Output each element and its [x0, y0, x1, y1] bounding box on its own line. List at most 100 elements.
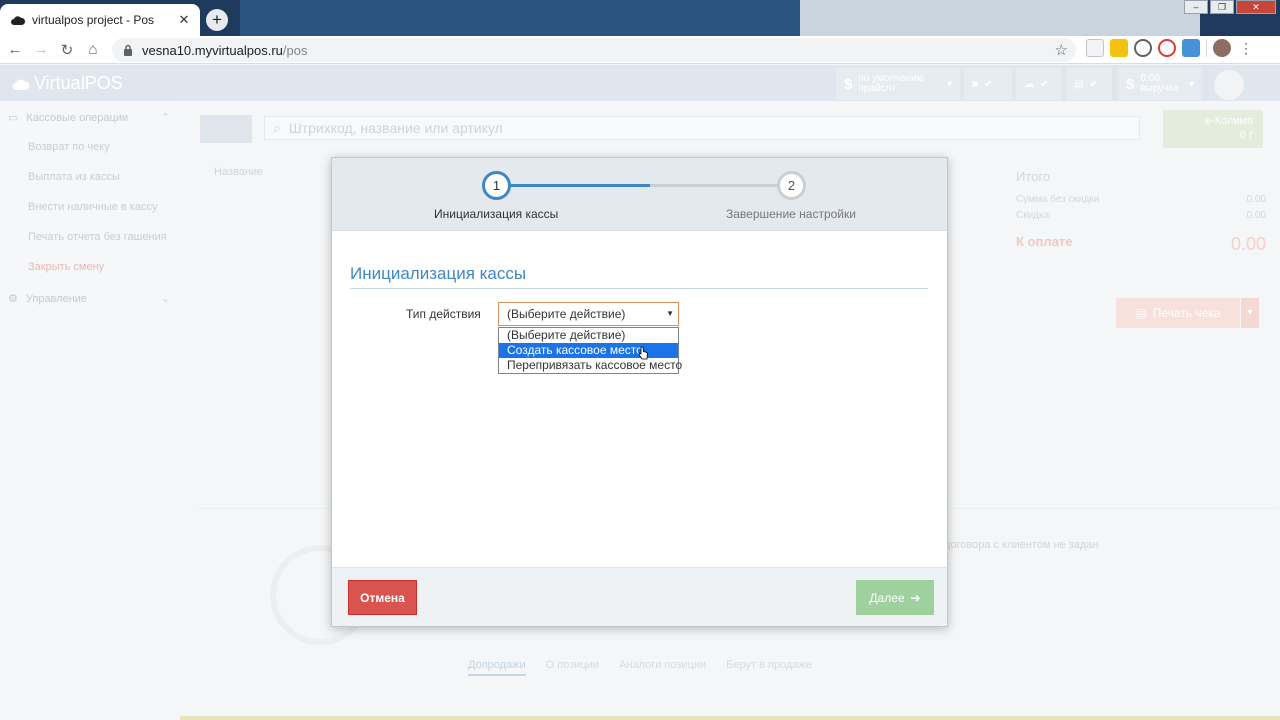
- hand-cursor-icon: [638, 346, 648, 360]
- printer-icon: ▤: [1074, 78, 1084, 90]
- next-button[interactable]: Далее ➔: [856, 580, 934, 615]
- browser-tab[interactable]: virtualpos project - Pos ✕: [0, 4, 200, 36]
- window-close-button[interactable]: ✕: [1236, 0, 1276, 14]
- tab-about-item[interactable]: О позиции: [546, 659, 599, 676]
- tab-upsells[interactable]: Допродажи: [468, 659, 526, 676]
- section-title: Инициализация кассы: [350, 264, 527, 283]
- cloud-upload-icon: ☁: [1024, 78, 1034, 90]
- action-type-select[interactable]: (Выберите действие) ▼: [498, 302, 679, 326]
- sidebar-item-payout[interactable]: Выплата из кассы: [0, 162, 178, 192]
- totals-row: Сумма без скидки 0.00: [1016, 192, 1266, 208]
- totals-row-value: 0.00: [1246, 194, 1266, 205]
- address-bar[interactable]: vesna10.myvirtualpos.ru/pos ☆: [112, 38, 1076, 62]
- browser-toolbar: ← → ↻ ⌂ vesna10.myvirtualpos.ru/pos ☆ ⋮: [0, 36, 1280, 64]
- close-tab-icon[interactable]: ✕: [176, 12, 192, 28]
- option-rebind-register[interactable]: Перепривязать кассовое место: [499, 358, 682, 373]
- chevron-down-icon: ⌄: [160, 293, 170, 305]
- action-type-options: (Выберите действие) Создать кассовое мес…: [498, 327, 682, 374]
- tab-title: virtualpos project - Pos: [32, 13, 155, 27]
- printer-icon: ▤: [1135, 306, 1147, 320]
- cloud-extension-icon[interactable]: [1158, 39, 1176, 57]
- app-logo-text: VirtualPOS: [34, 73, 123, 93]
- back-arrow-icon[interactable]: ←: [2, 37, 28, 63]
- arrow-right-icon: ➔: [910, 590, 921, 605]
- amount-due-value: 0.00: [1230, 234, 1266, 254]
- print-receipt-label: Печать чека: [1152, 306, 1221, 320]
- cancel-button[interactable]: Отмена: [348, 580, 417, 615]
- check-icon: ✔: [984, 78, 993, 90]
- sidebar-item-report[interactable]: Печать отчета без гашения: [0, 222, 178, 252]
- sidebar-section-cash-operations[interactable]: ▭ Кассовые операции ⌃: [0, 101, 178, 132]
- url-host: vesna10.myvirtualpos.ru: [142, 42, 283, 58]
- amount-due-label: К оплате: [1016, 234, 1073, 249]
- globe-extension-icon[interactable]: [1134, 39, 1152, 57]
- new-tab-button[interactable]: +: [206, 9, 228, 31]
- profile-avatar[interactable]: [1213, 39, 1231, 57]
- step-1-circle: 1: [482, 171, 511, 200]
- search-placeholder: Штрихкод, название или артикул: [288, 120, 503, 136]
- tab-bought-with[interactable]: Берут в продаже: [726, 659, 812, 676]
- revenue-widget[interactable]: $ 0.00 выручка ▾: [1118, 68, 1202, 100]
- modal-body: Инициализация кассы Тип действия (Выбери…: [332, 231, 947, 566]
- notes-extension-icon[interactable]: [1110, 39, 1128, 57]
- reload-icon[interactable]: ↻: [54, 37, 80, 63]
- app-topbar: VirtualPOS $ по умолчанию прайслт ▾ ■ ✔ ☁ ✔…: [0, 65, 1280, 101]
- search-icon: ⌕: [273, 119, 281, 136]
- action-type-label: Тип действия: [406, 307, 481, 321]
- step-1-label: Инициализация кассы: [434, 207, 559, 221]
- taskbar-strip: [180, 716, 1280, 720]
- contract-note: договора с клиентом не задан: [944, 539, 1099, 551]
- sidebar-item-deposit[interactable]: Внести наличные в кассу: [0, 192, 178, 222]
- cloud-status-widget[interactable]: ☁ ✔: [1016, 68, 1062, 100]
- sidebar-section-label: Кассовые операции: [26, 111, 129, 124]
- option-placeholder[interactable]: (Выберите действие): [499, 328, 678, 343]
- check-icon: ✔: [1089, 78, 1098, 90]
- printer-status-widget[interactable]: ▤ ✔: [1066, 68, 1112, 100]
- step-2-label: Завершение настройки: [726, 207, 856, 221]
- setup-wizard-modal: 1 2 Инициализация кассы Завершение настр…: [331, 157, 948, 627]
- catalog-folder-button[interactable]: [200, 115, 252, 143]
- home-icon[interactable]: ⌂: [80, 37, 106, 63]
- sidebar: ▭ Кассовые операции ⌃ Возврат по чеку Вы…: [0, 101, 178, 371]
- gear-icon: ⚙: [8, 293, 18, 305]
- dropdown-arrow-icon: ▼: [666, 309, 674, 318]
- forward-arrow-icon[interactable]: →: [28, 37, 54, 63]
- totals-panel: Итого Сумма без скидки 0.00 Скидка 0.00 К …: [1016, 169, 1266, 255]
- print-receipt-button[interactable]: ▤ Печать чека: [1116, 298, 1240, 328]
- modal-footer: Отмена Далее ➔: [332, 567, 947, 626]
- bookmark-star-icon[interactable]: ☆: [1055, 41, 1068, 59]
- cash-status-widget[interactable]: ■ ✔: [964, 68, 1012, 100]
- chevron-down-icon: ▾: [1188, 78, 1194, 90]
- revenue-label: выручка: [1140, 83, 1179, 94]
- monitor-icon: ▭: [8, 112, 19, 124]
- dollar-icon: $: [1126, 75, 1135, 93]
- maximize-button[interactable]: ❐: [1210, 0, 1234, 14]
- cloud-icon: [10, 12, 26, 28]
- window-controls: – ❐ ✕: [1184, 0, 1276, 14]
- progress-line-done: [510, 184, 650, 187]
- v-extension-icon[interactable]: [1182, 39, 1200, 57]
- minimize-button[interactable]: –: [1184, 0, 1208, 14]
- user-avatar[interactable]: [1214, 70, 1244, 100]
- ekolimp-label: e-Колимп: [1204, 115, 1253, 127]
- sidebar-section-label: Управление: [25, 292, 88, 305]
- section-divider: [350, 288, 928, 289]
- menu-kebab-icon[interactable]: ⋮: [1237, 39, 1255, 57]
- ekolimp-button[interactable]: e-Колимп 0 г: [1163, 110, 1263, 148]
- tab-analogs[interactable]: Аналоги позиции: [619, 659, 706, 676]
- separator: [1206, 39, 1207, 57]
- print-options-dropdown[interactable]: ▾: [1241, 298, 1259, 328]
- sidebar-section-management[interactable]: ⚙ Управление ⌄: [0, 282, 178, 313]
- totals-row-value: 0.00: [1246, 210, 1266, 221]
- lock-icon: [124, 44, 132, 56]
- sidebar-item-return[interactable]: Возврат по чеку: [0, 132, 178, 162]
- option-create-register[interactable]: Создать кассовое место: [499, 343, 678, 358]
- gmail-extension-icon[interactable]: [1086, 39, 1104, 57]
- product-search-input[interactable]: ⌕ Штрихкод, название или артикул: [264, 116, 1140, 140]
- chevron-down-icon: ▾: [946, 78, 952, 90]
- cloud-logo-icon: [12, 79, 30, 90]
- sidebar-item-close-shift[interactable]: Закрыть смену: [0, 252, 178, 282]
- wizard-progress: 1 2 Инициализация кассы Завершение настр…: [332, 158, 947, 231]
- next-button-label: Далее: [869, 590, 905, 605]
- price-list-widget[interactable]: $ по умолчанию прайслт ▾: [836, 68, 960, 100]
